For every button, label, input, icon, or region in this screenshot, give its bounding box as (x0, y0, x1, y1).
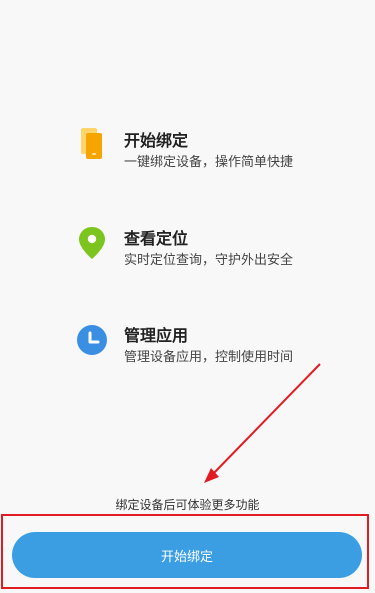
phone-icon (76, 127, 108, 163)
start-bind-button[interactable]: 开始绑定 (12, 532, 362, 578)
feature-desc: 管理设备应用，控制使用时间 (124, 350, 294, 365)
location-pin-icon (76, 225, 108, 261)
feature-bind: 开始绑定 一键绑定设备，操作简单快捷 (76, 128, 294, 173)
feature-desc: 实时定位查询，守护外出安全 (124, 253, 294, 268)
feature-desc: 一键绑定设备，操作简单快捷 (124, 155, 294, 170)
feature-title: 开始绑定 (124, 131, 189, 150)
feature-manage-apps: 管理应用 管理设备应用，控制使用时间 (76, 325, 294, 368)
feature-location: 查看定位 实时定位查询，守护外出安全 (76, 227, 294, 271)
hint-text: 绑定设备后可体验更多功能 (115, 498, 260, 512)
screen: 开始绑定 一键绑定设备，操作简单快捷 查看定位 实时定位查询，守护外出安全 管理… (0, 0, 375, 593)
feature-title: 查看定位 (124, 229, 189, 248)
feature-title: 管理应用 (124, 326, 189, 345)
clock-icon (76, 322, 108, 358)
